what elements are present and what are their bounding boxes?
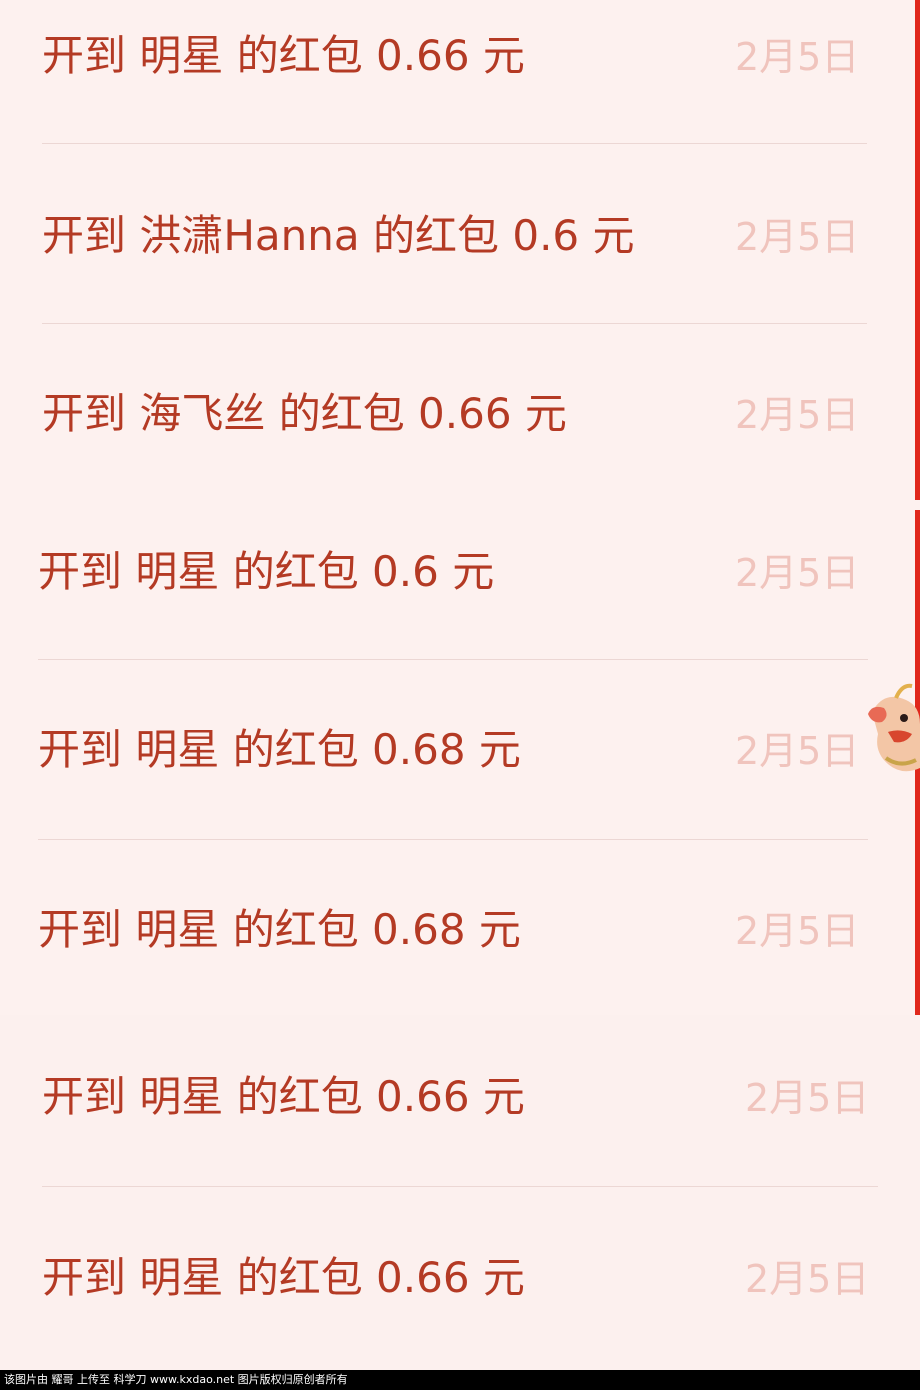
list-item[interactable]: 开到 明星 的红包 0.66 元 2月5日 bbox=[0, 1041, 920, 1151]
record-text: 开到 明星 的红包 0.66 元 bbox=[42, 31, 525, 80]
list-item[interactable]: 开到 明星 的红包 0.68 元 2月5日 bbox=[0, 874, 920, 984]
record-text: 开到 海飞丝 的红包 0.66 元 bbox=[42, 389, 567, 438]
divider bbox=[42, 1186, 878, 1187]
record-text: 开到 明星 的红包 0.6 元 bbox=[38, 547, 495, 596]
watermark-footer: 该图片由 耀哥 上传至 科学刀 www.kxdao.net 图片版权归原创者所有 bbox=[0, 1370, 920, 1390]
divider bbox=[38, 659, 868, 660]
record-text: 开到 明星 的红包 0.68 元 bbox=[38, 905, 521, 954]
record-text: 开到 明星 的红包 0.66 元 bbox=[42, 1072, 525, 1121]
record-date: 2月5日 bbox=[735, 551, 860, 595]
list-item[interactable]: 开到 明星 的红包 0.6 元 2月5日 bbox=[0, 516, 920, 626]
list-item[interactable]: 开到 明星 的红包 0.66 元 2月5日 bbox=[0, 0, 920, 110]
record-date: 2月5日 bbox=[735, 909, 860, 953]
list-item[interactable]: 开到 明星 的红包 0.66 元 2月5日 bbox=[0, 1222, 920, 1332]
record-date: 2月5日 bbox=[735, 729, 860, 773]
list-item[interactable]: 开到 洪潇Hanna 的红包 0.6 元 2月5日 bbox=[0, 180, 920, 290]
divider bbox=[38, 839, 868, 840]
dragon-icon bbox=[866, 672, 920, 782]
record-date: 2月5日 bbox=[735, 35, 860, 79]
record-text: 开到 洪潇Hanna 的红包 0.6 元 bbox=[42, 211, 635, 260]
divider bbox=[42, 143, 867, 144]
record-text: 开到 明星 的红包 0.68 元 bbox=[38, 725, 521, 774]
divider bbox=[42, 323, 867, 324]
record-date: 2月5日 bbox=[735, 393, 860, 437]
record-text: 开到 明星 的红包 0.66 元 bbox=[42, 1253, 525, 1302]
record-date: 2月5日 bbox=[745, 1257, 870, 1301]
record-date: 2月5日 bbox=[745, 1076, 870, 1120]
record-date: 2月5日 bbox=[735, 215, 860, 259]
list-item[interactable]: 开到 明星 的红包 0.68 元 2月5日 bbox=[0, 694, 920, 804]
list-item[interactable]: 开到 海飞丝 的红包 0.66 元 2月5日 bbox=[0, 358, 920, 468]
